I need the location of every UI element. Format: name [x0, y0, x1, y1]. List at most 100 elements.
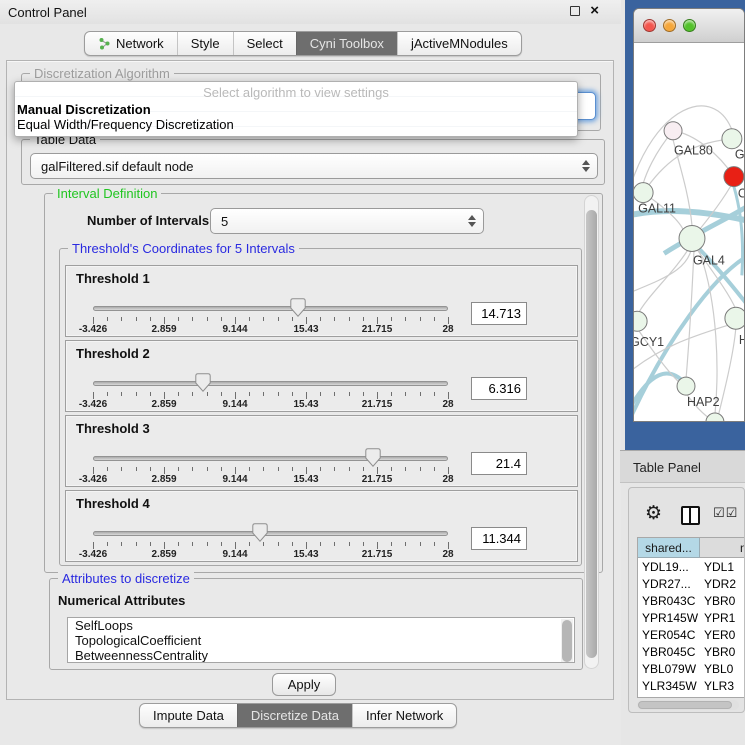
num-intervals-combo[interactable]: 5: [210, 208, 484, 234]
network-window-titlebar[interactable]: [634, 9, 744, 43]
attribute-item[interactable]: BetweennessCentrality: [68, 648, 574, 663]
table-row[interactable]: YDL19...YDL1: [638, 558, 745, 575]
table-row[interactable]: YLR345WYLR3: [638, 677, 745, 694]
table-row[interactable]: YBR045CYBR0: [638, 643, 745, 660]
node-label: HAP2: [687, 395, 720, 409]
stepper-arrows-icon: [468, 215, 476, 227]
network-node-gcy1[interactable]: [634, 311, 647, 331]
float-window-icon[interactable]: [570, 6, 580, 16]
table-row[interactable]: YBR043CYBR0: [638, 592, 745, 609]
network-node-c[interactable]: [724, 167, 744, 187]
threshold-slider-thumb[interactable]: [290, 298, 306, 317]
gear-icon[interactable]: ⚙: [645, 502, 662, 524]
cell-shared-name: YER054C: [638, 626, 701, 643]
tab-impute-data[interactable]: Impute Data: [140, 704, 237, 727]
node-label: C: [738, 187, 745, 201]
control-panel: Control Panel × NetworkStyleSelectCyni T…: [0, 0, 621, 745]
network-node[interactable]: [706, 413, 724, 422]
close-traffic-light[interactable]: [643, 19, 656, 32]
numerical-attributes-list[interactable]: SelfLoopsTopologicalCoefficientBetweenne…: [67, 617, 575, 663]
scale-label: -3.426: [68, 324, 118, 335]
table-row[interactable]: YDR27...YDR2: [638, 575, 745, 592]
network-node-gal11[interactable]: [634, 183, 653, 203]
dropdown-item[interactable]: Manual Discretization: [15, 102, 577, 117]
tab-style[interactable]: Style: [177, 32, 233, 55]
list-scrollbar[interactable]: [561, 619, 573, 663]
threshold-slider-thumb[interactable]: [365, 448, 381, 467]
threshold-slider-thumb[interactable]: [252, 523, 268, 542]
threshold-panel: Threshold 1-3.4262.8599.14415.4321.71528…: [65, 265, 578, 337]
attribute-item[interactable]: SelfLoops: [68, 618, 574, 633]
cell-shared-name: YPR145W: [638, 609, 701, 626]
num-intervals-value: 5: [221, 214, 228, 229]
table-panel-title: Table Panel: [633, 460, 701, 475]
cell-shared-name: YLR345W: [638, 677, 701, 694]
network-node-h[interactable]: [725, 307, 745, 329]
table-row[interactable]: YBL079WYBL0: [638, 660, 745, 677]
attribute-item[interactable]: TopologicalCoefficient: [68, 633, 574, 648]
num-intervals-label: Number of Intervals: [87, 213, 209, 228]
table-data-value: galFiltered.sif default node: [41, 159, 193, 174]
tab-network[interactable]: Network: [85, 32, 177, 55]
threshold-slider-track[interactable]: [93, 381, 448, 386]
threshold-value-field[interactable]: 14.713: [471, 302, 527, 325]
scale-label: 2.859: [139, 324, 189, 335]
minimize-traffic-light[interactable]: [663, 19, 676, 32]
tab-select[interactable]: Select: [233, 32, 296, 55]
scale-label: 9.144: [210, 474, 260, 485]
table-panel-titlebar: Table Panel: [620, 450, 745, 483]
tab-discretize-data[interactable]: Discretize Data: [237, 704, 352, 727]
network-canvas[interactable]: GAL80GACGAL11GAL4GCY1HHAP2: [634, 44, 745, 422]
table-hscrollbar[interactable]: [637, 700, 739, 710]
dropdown-item[interactable]: Equal Width/Frequency Discretization: [15, 117, 577, 132]
panel-scrollbar-thumb[interactable]: [586, 210, 597, 658]
panel-title: Control Panel: [0, 5, 87, 20]
cell-name: YLR3: [701, 677, 745, 694]
cell-name: YDL1: [701, 558, 745, 575]
close-icon[interactable]: ×: [590, 5, 599, 17]
table-row[interactable]: YPR145WYPR1: [638, 609, 745, 626]
network-view-window: GAL80GACGAL11GAL4GCY1HHAP2: [633, 8, 745, 422]
threshold-slider-track[interactable]: [93, 306, 448, 311]
table-data-group: Table Data galFiltered.sif default node: [21, 139, 605, 185]
scale-label: 21.715: [352, 474, 402, 485]
thresholds-group-label: Threshold's Coordinates for 5 Intervals: [68, 241, 299, 256]
threshold-label: Threshold 2: [76, 346, 150, 361]
network-node-gal80[interactable]: [664, 122, 682, 140]
table-hscrollbar-thumb[interactable]: [638, 701, 732, 709]
threshold-slider-track[interactable]: [93, 456, 448, 461]
tab-jactivemnodules[interactable]: jActiveMNodules: [397, 32, 521, 55]
table-panel: ⚙ ☑☑ shared... na YDL19...YDL1YDR27...YD…: [628, 487, 745, 713]
network-node-hap2[interactable]: [677, 377, 695, 395]
threshold-label: Threshold 4: [76, 496, 150, 511]
zoom-traffic-light[interactable]: [683, 19, 696, 32]
panel-scrollbar[interactable]: [584, 195, 599, 669]
table-row[interactable]: YIL052CYIL0: [638, 694, 745, 698]
threshold-slider-thumb[interactable]: [195, 373, 211, 392]
column-header-shared-name[interactable]: shared...: [638, 538, 700, 558]
table-data-combo[interactable]: galFiltered.sif default node: [30, 153, 598, 179]
threshold-value-field[interactable]: 6.316: [471, 377, 527, 400]
select-columns-icon[interactable]: ☑☑: [713, 506, 738, 521]
scale-label: -3.426: [68, 474, 118, 485]
thresholds-group: Threshold's Coordinates for 5 Intervals …: [59, 248, 582, 566]
scale-label: 21.715: [352, 399, 402, 410]
cell-shared-name: YDR27...: [638, 575, 701, 592]
threshold-label: Threshold 3: [76, 421, 150, 436]
cell-name: YPR1: [701, 609, 745, 626]
split-columns-icon[interactable]: [681, 506, 700, 525]
column-header-name[interactable]: na: [700, 538, 745, 558]
discretization-group-label: Discretization Algorithm: [30, 66, 174, 81]
network-node-gal4[interactable]: [679, 226, 705, 252]
tab-infer-network[interactable]: Infer Network: [352, 704, 456, 727]
cell-shared-name: YDL19...: [638, 558, 701, 575]
node-label: H: [739, 333, 745, 347]
threshold-slider-track[interactable]: [93, 531, 448, 536]
threshold-value-field[interactable]: 21.4: [471, 452, 527, 475]
table-row[interactable]: YER054CYER0: [638, 626, 745, 643]
list-scrollbar-thumb[interactable]: [562, 620, 572, 662]
apply-button[interactable]: Apply: [272, 673, 336, 696]
network-node-ga[interactable]: [722, 129, 742, 149]
tab-cyni-toolbox[interactable]: Cyni Toolbox: [296, 32, 397, 55]
threshold-value-field[interactable]: 11.344: [471, 527, 527, 550]
